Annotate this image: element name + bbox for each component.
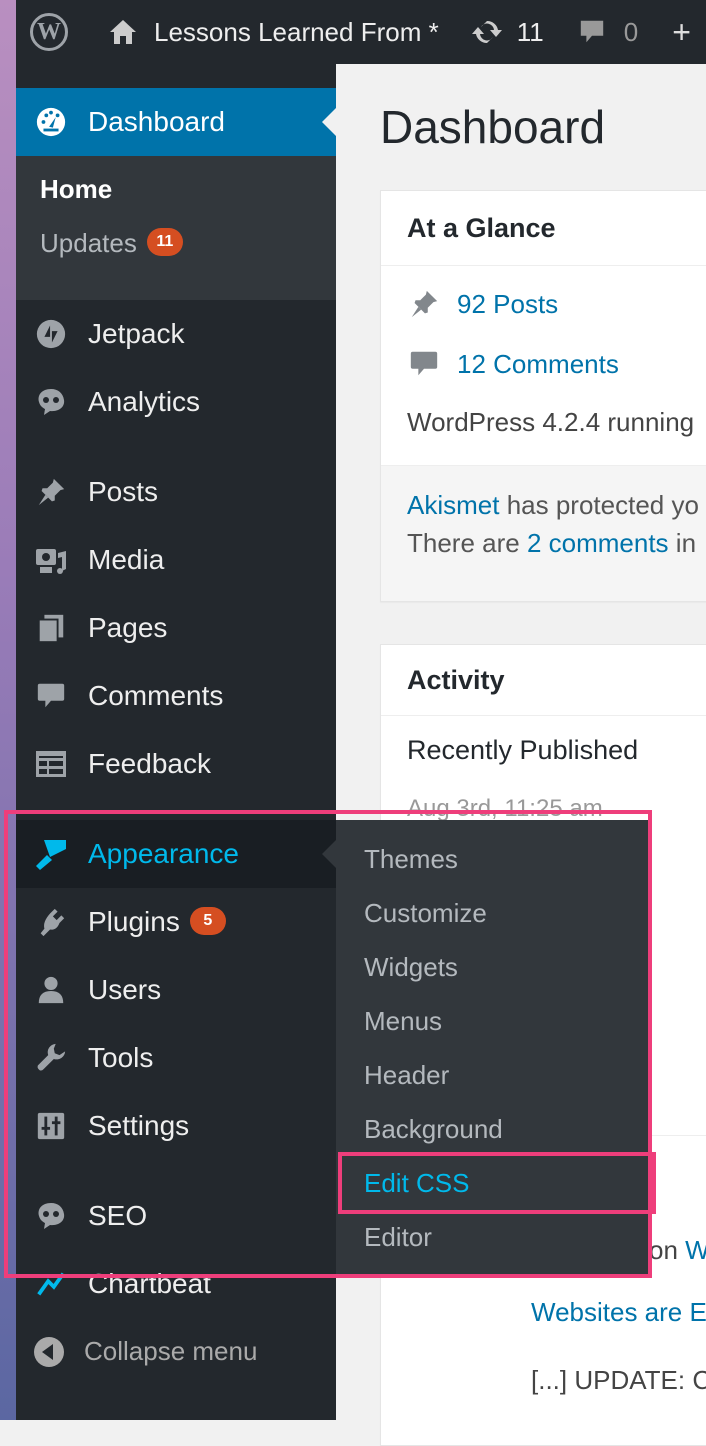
comments-count-label: 12 Comments: [457, 348, 619, 379]
wordpress-version-text: WordPress 4.2.4 running: [407, 407, 695, 437]
media-icon: [34, 543, 68, 577]
dashboard-icon: [34, 105, 68, 139]
submenu-updates-label: Updates: [40, 228, 137, 258]
page-title: Dashboard: [380, 101, 606, 153]
comments-count: 0: [623, 16, 639, 47]
akismet-link[interactable]: Akismet: [407, 490, 499, 520]
wordpress-logo-icon[interactable]: W: [30, 13, 68, 51]
comments-count-link[interactable]: 12 Comments: [407, 347, 619, 381]
sidebar-item-label: Media: [88, 544, 165, 575]
sidebar-item-label: Dashboard: [88, 106, 225, 137]
sidebar-item-analytics[interactable]: Analytics: [16, 382, 336, 422]
jetpack-icon: [34, 317, 68, 351]
comment-icon: [407, 347, 441, 381]
submenu-home[interactable]: Home: [40, 174, 112, 205]
widget-title[interactable]: At a Glance: [381, 191, 706, 266]
comment-on-text: on W: [649, 1235, 706, 1266]
collapse-menu-button[interactable]: Collapse menu: [34, 1336, 257, 1367]
new-content-button[interactable]: +: [672, 0, 691, 64]
feedback-icon: [34, 747, 68, 781]
pending-comments-link[interactable]: 2 comments: [527, 528, 669, 558]
pages-icon: [34, 611, 68, 645]
site-name-link[interactable]: Lessons Learned From *: [108, 0, 439, 64]
comments-link[interactable]: 0: [578, 0, 638, 64]
sidebar-item-media[interactable]: Media: [16, 540, 336, 580]
sidebar-item-posts[interactable]: Posts: [16, 472, 336, 512]
pin-icon: [34, 475, 68, 509]
akismet-line-2: There are 2 comments in: [407, 528, 696, 559]
sidebar-item-dashboard[interactable]: Dashboard: [16, 88, 336, 156]
comment-bubble-icon: [580, 20, 603, 43]
pending-tail: in: [668, 528, 697, 558]
refresh-icon: [471, 20, 502, 44]
on-text: on: [649, 1235, 686, 1265]
sidebar-item-label: Feedback: [88, 748, 211, 779]
comment-excerpt: [...] UPDATE: C: [531, 1365, 706, 1395]
sidebar-item-pages[interactable]: Pages: [16, 608, 336, 648]
pin-icon: [407, 287, 441, 321]
comment-post-link[interactable]: W: [685, 1235, 706, 1265]
akismet-text: has protected yo: [499, 490, 699, 520]
sidebar-item-label: Pages: [88, 612, 168, 643]
sidebar-item-label: Jetpack: [88, 318, 185, 349]
home-icon: [110, 20, 136, 44]
akismet-line-1: Akismet has protected yo: [407, 490, 699, 521]
there-are-text: There are: [407, 528, 527, 558]
posts-count-link[interactable]: 92 Posts: [407, 287, 558, 321]
comment-post-title-link[interactable]: Websites are E: [531, 1297, 706, 1328]
highlight-frame-edit-css: [338, 1152, 656, 1214]
site-name-label: Lessons Learned From *: [154, 16, 439, 47]
sidebar-item-jetpack[interactable]: Jetpack: [16, 314, 336, 354]
submenu-updates[interactable]: Updates 11: [40, 228, 183, 259]
akismet-notice: Akismet has protected yo There are 2 com…: [381, 465, 706, 601]
admin-bar: W Lessons Learned From * 11 0 +: [16, 0, 706, 64]
dashboard-submenu: Home Updates 11: [16, 156, 336, 300]
collapse-arrow-icon: [34, 1336, 64, 1367]
at-a-glance-widget: At a Glance 92 Posts 12 Comments WordPre…: [380, 190, 706, 602]
recently-published-heading: Recently Published: [407, 735, 639, 765]
sidebar-item-label: Posts: [88, 476, 159, 507]
sidebar-item-label: Comments: [88, 680, 224, 711]
sidebar-item-feedback[interactable]: Feedback: [16, 744, 336, 784]
analytics-icon: [34, 385, 68, 419]
updates-badge: 11: [146, 228, 183, 257]
sidebar-item-comments[interactable]: Comments: [16, 676, 336, 716]
updates-count: 11: [516, 16, 544, 47]
updates-link[interactable]: 11: [471, 0, 544, 64]
plus-icon: +: [672, 13, 691, 50]
sidebar-item-label: Analytics: [88, 386, 201, 417]
posts-count-label: 92 Posts: [457, 288, 559, 319]
comment-icon: [34, 679, 68, 713]
collapse-menu-label: Collapse menu: [84, 1336, 258, 1366]
widget-title[interactable]: Activity: [381, 645, 706, 716]
